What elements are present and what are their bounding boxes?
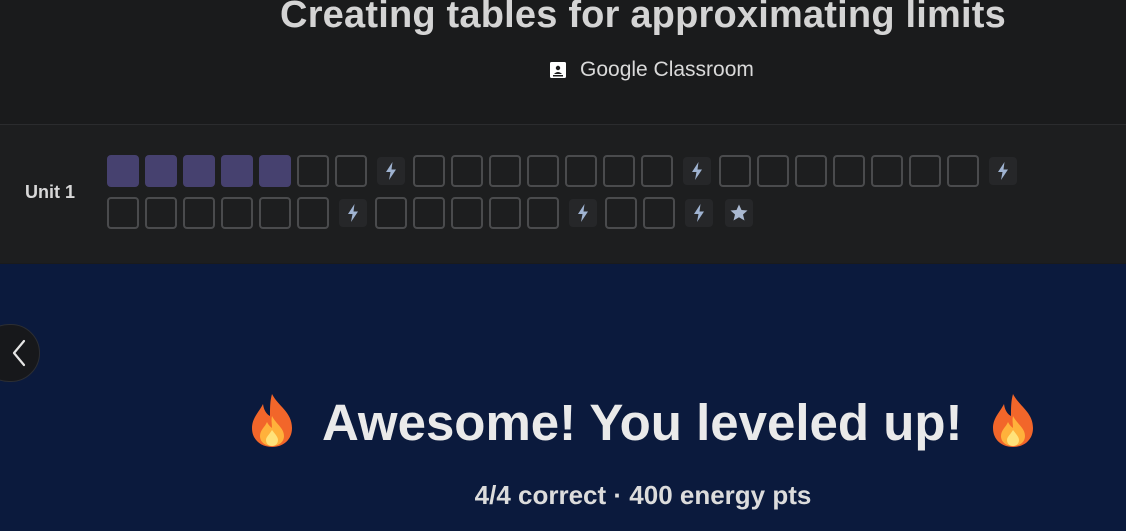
skill-square[interactable] (297, 155, 329, 187)
exercise-header: Creating tables for approximating limits… (0, 0, 1126, 125)
unit-progress-bar: Unit 1 (0, 125, 1126, 263)
skill-square[interactable] (375, 197, 407, 229)
skill-square[interactable] (527, 155, 559, 187)
skill-square[interactable] (795, 155, 827, 187)
skill-square[interactable] (605, 197, 637, 229)
skill-square[interactable] (527, 197, 559, 229)
skill-square[interactable] (413, 197, 445, 229)
star-icon (729, 203, 749, 223)
skill-square[interactable] (489, 155, 521, 187)
level-up-heading: Awesome! You leveled up! (248, 392, 1037, 453)
google-classroom-label: Google Classroom (580, 58, 754, 81)
skill-square[interactable] (183, 197, 215, 229)
skill-square[interactable] (833, 155, 865, 187)
skill-square[interactable] (603, 155, 635, 187)
skill-square[interactable] (757, 155, 789, 187)
quiz-badge[interactable] (685, 199, 713, 227)
lightning-icon (689, 161, 705, 181)
progress-row-1 (107, 155, 1025, 187)
skill-square[interactable] (413, 155, 445, 187)
score-summary: 4/4 correct · 400 energy pts (474, 480, 812, 510)
skill-square-completed[interactable] (183, 155, 215, 187)
quiz-badge[interactable] (569, 199, 597, 227)
skill-square[interactable] (107, 197, 139, 229)
lightning-icon (995, 161, 1011, 181)
quiz-badge[interactable] (377, 157, 405, 185)
skill-square-completed[interactable] (221, 155, 253, 187)
lightning-icon (691, 203, 707, 223)
skill-square[interactable] (909, 155, 941, 187)
quiz-badge[interactable] (989, 157, 1017, 185)
skill-square[interactable] (221, 197, 253, 229)
skill-square[interactable] (451, 155, 483, 187)
lightning-icon (345, 203, 361, 223)
skill-square[interactable] (643, 197, 675, 229)
level-up-panel: Awesome! You leveled up! 4/4 correct · 4… (0, 264, 1126, 531)
skill-square[interactable] (297, 197, 329, 229)
exercise-title: Creating tables for approximating limits (280, 0, 1006, 36)
lightning-icon (575, 203, 591, 223)
skill-square[interactable] (641, 155, 673, 187)
unit-label: Unit 1 (25, 182, 76, 202)
lightning-icon (383, 161, 399, 181)
skill-square[interactable] (259, 197, 291, 229)
quiz-badge[interactable] (683, 157, 711, 185)
level-up-message: Awesome! You leveled up! (322, 394, 963, 451)
skill-square-completed[interactable] (145, 155, 177, 187)
skill-square[interactable] (871, 155, 903, 187)
quiz-badge[interactable] (339, 199, 367, 227)
google-classroom-share[interactable]: Google Classroom (549, 56, 754, 84)
fire-icon (989, 392, 1037, 453)
previous-button[interactable] (0, 324, 40, 382)
skill-square[interactable] (145, 197, 177, 229)
skill-square[interactable] (947, 155, 979, 187)
skill-square[interactable] (565, 155, 597, 187)
skill-square[interactable] (489, 197, 521, 229)
unit-test-badge[interactable] (725, 199, 753, 227)
chevron-left-icon (12, 339, 26, 367)
skill-square-completed[interactable] (259, 155, 291, 187)
skill-square-completed[interactable] (107, 155, 139, 187)
skill-square[interactable] (719, 155, 751, 187)
google-classroom-icon (549, 61, 567, 79)
skill-square[interactable] (335, 155, 367, 187)
skill-square[interactable] (451, 197, 483, 229)
progress-row-2 (107, 197, 761, 229)
fire-icon (248, 392, 296, 453)
